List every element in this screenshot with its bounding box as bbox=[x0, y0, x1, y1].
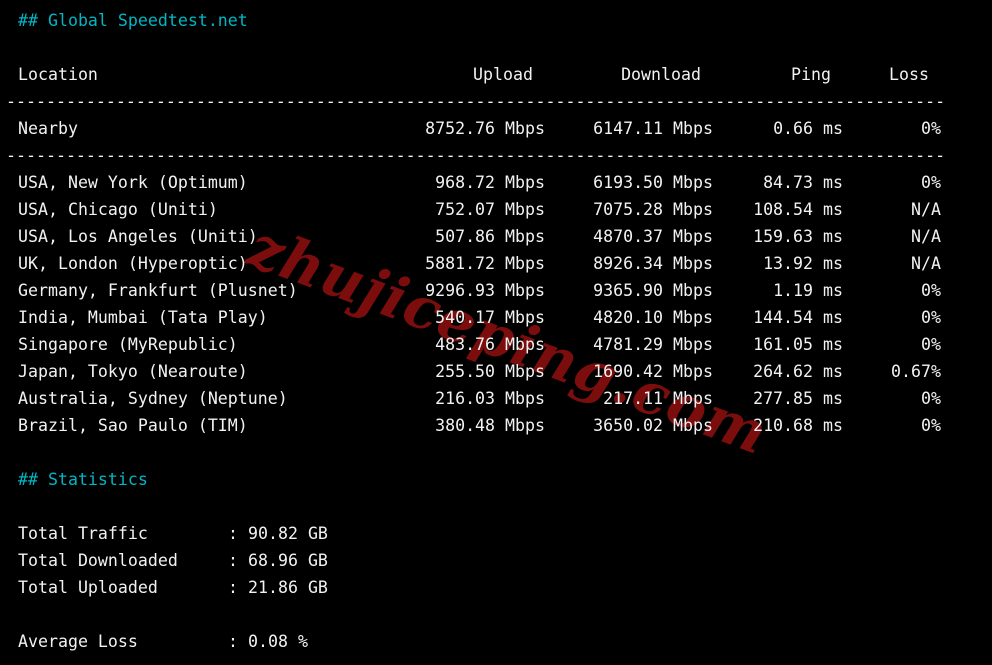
stat-label: Average Loss bbox=[18, 632, 138, 651]
section-title-statistics: ## Statistics bbox=[18, 470, 148, 489]
cell-loss: N/A bbox=[911, 200, 941, 219]
header-ping: Ping bbox=[791, 65, 831, 84]
cell-loss: 0% bbox=[921, 416, 941, 435]
stat-value: 90.82 GB bbox=[248, 524, 328, 543]
stat-colon: : bbox=[228, 524, 238, 543]
cell-location: Nearby bbox=[18, 119, 78, 138]
cell-download: 6193.50 Mbps bbox=[593, 173, 713, 192]
cell-location: Germany, Frankfurt (Plusnet) bbox=[18, 281, 298, 300]
terminal-window[interactable]: zhujiceping.com ## Global Speedtest.net … bbox=[0, 0, 992, 665]
cell-download: 4870.37 Mbps bbox=[593, 227, 713, 246]
stat-label: Total Uploaded bbox=[18, 578, 158, 597]
cell-upload: 483.76 Mbps bbox=[435, 335, 545, 354]
cell-ping: 210.68 ms bbox=[753, 416, 843, 435]
table-row: UK, London (Hyperoptic) 5881.72 Mbps 892… bbox=[0, 250, 992, 277]
cell-ping: 264.62 ms bbox=[753, 362, 843, 381]
cell-ping: 159.63 ms bbox=[753, 227, 843, 246]
stat-colon: : bbox=[228, 551, 238, 570]
cell-location: Japan, Tokyo (Nearoute) bbox=[18, 362, 248, 381]
cell-loss: N/A bbox=[911, 227, 941, 246]
cell-upload: 968.72 Mbps bbox=[435, 173, 545, 192]
cell-ping: 144.54 ms bbox=[753, 308, 843, 327]
table-header-row: Location Upload Download Ping Loss bbox=[0, 61, 992, 88]
table-row: Singapore (MyRepublic) 483.76 Mbps 4781.… bbox=[0, 331, 992, 358]
table-row: Germany, Frankfurt (Plusnet) 9296.93 Mbp… bbox=[0, 277, 992, 304]
cell-upload: 540.17 Mbps bbox=[435, 308, 545, 327]
cell-ping: 277.85 ms bbox=[753, 389, 843, 408]
header-loss: Loss bbox=[889, 65, 929, 84]
cell-download: 6147.11 Mbps bbox=[593, 119, 713, 138]
cell-location: USA, Chicago (Uniti) bbox=[18, 200, 218, 219]
cell-download: 1690.42 Mbps bbox=[593, 362, 713, 381]
stat-label: Total Traffic bbox=[18, 524, 148, 543]
cell-upload: 216.03 Mbps bbox=[435, 389, 545, 408]
speedtest-rows: USA, New York (Optimum) 968.72 Mbps 6193… bbox=[0, 169, 992, 439]
cell-loss: 0% bbox=[921, 119, 941, 138]
cell-download: 4820.10 Mbps bbox=[593, 308, 713, 327]
cell-ping: 1.19 ms bbox=[773, 281, 843, 300]
cell-upload: 380.48 Mbps bbox=[435, 416, 545, 435]
cell-ping: 0.66 ms bbox=[773, 119, 843, 138]
table-row: Japan, Tokyo (Nearoute) 255.50 Mbps 1690… bbox=[0, 358, 992, 385]
cell-upload: 752.07 Mbps bbox=[435, 200, 545, 219]
terminal-output: ## Global Speedtest.net Location Upload … bbox=[0, 7, 992, 655]
cell-upload: 507.86 Mbps bbox=[435, 227, 545, 246]
section-title-speedtest: ## Global Speedtest.net bbox=[18, 11, 248, 30]
table-row: Brazil, Sao Paulo (TIM) 380.48 Mbps 3650… bbox=[0, 412, 992, 439]
cell-location: Singapore (MyRepublic) bbox=[18, 335, 238, 354]
table-row: Australia, Sydney (Neptune) 216.03 Mbps … bbox=[0, 385, 992, 412]
cell-download: 8926.34 Mbps bbox=[593, 254, 713, 273]
table-row: USA, Chicago (Uniti) 752.07 Mbps 7075.28… bbox=[0, 196, 992, 223]
cell-download: 7075.28 Mbps bbox=[593, 200, 713, 219]
stat-average-loss: Average Loss : 0.08 % bbox=[0, 628, 992, 655]
header-upload: Upload bbox=[473, 65, 533, 84]
table-row: India, Mumbai (Tata Play) 540.17 Mbps 48… bbox=[0, 304, 992, 331]
cell-loss: N/A bbox=[911, 254, 941, 273]
cell-loss: 0% bbox=[921, 335, 941, 354]
stat-label: Total Downloaded bbox=[18, 551, 178, 570]
header-location: Location bbox=[18, 65, 98, 84]
cell-loss: 0.67% bbox=[891, 362, 941, 381]
cell-location: USA, New York (Optimum) bbox=[18, 173, 248, 192]
cell-location: Australia, Sydney (Neptune) bbox=[18, 389, 288, 408]
cell-download: 9365.90 Mbps bbox=[593, 281, 713, 300]
cell-loss: 0% bbox=[921, 173, 941, 192]
stat-total-uploaded: Total Uploaded : 21.86 GB bbox=[0, 574, 992, 601]
table-row: USA, New York (Optimum) 968.72 Mbps 6193… bbox=[0, 169, 992, 196]
stat-colon: : bbox=[228, 632, 238, 651]
separator-line: ----------------------------------------… bbox=[6, 92, 946, 111]
cell-upload: 5881.72 Mbps bbox=[425, 254, 545, 273]
cell-loss: 0% bbox=[921, 308, 941, 327]
cell-download: 3650.02 Mbps bbox=[593, 416, 713, 435]
stat-total-traffic: Total Traffic : 90.82 GB bbox=[0, 520, 992, 547]
cell-download: 4781.29 Mbps bbox=[593, 335, 713, 354]
separator-line: ----------------------------------------… bbox=[6, 146, 946, 165]
cell-ping: 13.92 ms bbox=[763, 254, 843, 273]
table-row-nearby: Nearby 8752.76 Mbps 6147.11 Mbps 0.66 ms… bbox=[0, 115, 992, 142]
cell-ping: 108.54 ms bbox=[753, 200, 843, 219]
cell-ping: 84.73 ms bbox=[763, 173, 843, 192]
stat-total-downloaded: Total Downloaded : 68.96 GB bbox=[0, 547, 992, 574]
cell-upload: 9296.93 Mbps bbox=[425, 281, 545, 300]
header-download: Download bbox=[621, 65, 701, 84]
cell-upload: 8752.76 Mbps bbox=[425, 119, 545, 138]
cell-download: 217.11 Mbps bbox=[603, 389, 713, 408]
cell-location: Brazil, Sao Paulo (TIM) bbox=[18, 416, 248, 435]
stat-value: 68.96 GB bbox=[248, 551, 328, 570]
cell-upload: 255.50 Mbps bbox=[435, 362, 545, 381]
stat-value: 21.86 GB bbox=[248, 578, 328, 597]
cell-location: USA, Los Angeles (Uniti) bbox=[18, 227, 258, 246]
cell-ping: 161.05 ms bbox=[753, 335, 843, 354]
table-row: USA, Los Angeles (Uniti) 507.86 Mbps 487… bbox=[0, 223, 992, 250]
cell-location: UK, London (Hyperoptic) bbox=[18, 254, 248, 273]
cell-location: India, Mumbai (Tata Play) bbox=[18, 308, 268, 327]
stat-colon: : bbox=[228, 578, 238, 597]
stat-value: 0.08 % bbox=[248, 632, 308, 651]
cell-loss: 0% bbox=[921, 281, 941, 300]
cell-loss: 0% bbox=[921, 389, 941, 408]
